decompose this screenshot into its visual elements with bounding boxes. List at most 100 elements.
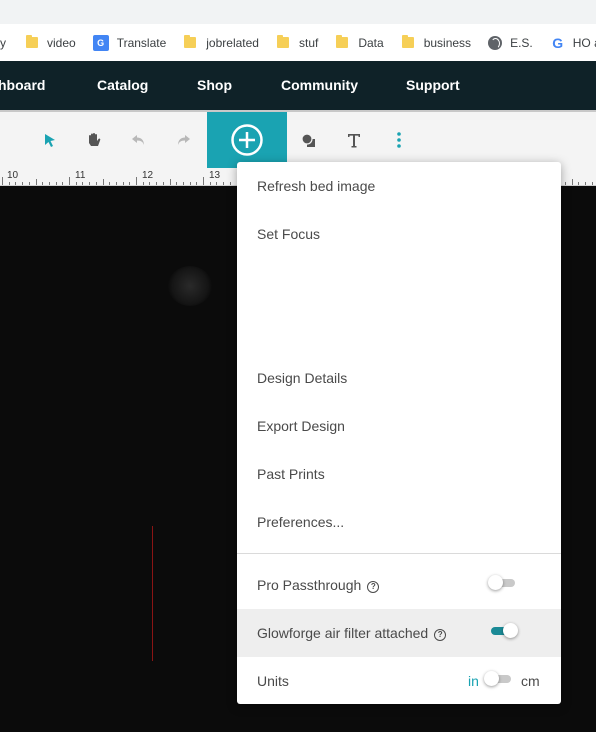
help-icon[interactable]: ? — [367, 581, 380, 593]
laser-line — [152, 526, 153, 661]
select-arrow-icon[interactable] — [38, 128, 62, 152]
menu-item-units: Units in cm — [237, 657, 561, 704]
help-icon[interactable]: ? — [434, 629, 447, 641]
bookmark-label: business — [423, 35, 472, 50]
menu-item-preferences[interactable]: Preferences... — [237, 498, 561, 546]
bookmark-label: E.S. — [510, 35, 533, 50]
ruler-tick — [2, 177, 3, 185]
menu-item-label: Preferences... — [257, 514, 345, 530]
toggle-knob — [484, 671, 499, 686]
bookmark-translate[interactable]: G Translate — [92, 24, 167, 61]
pro-passthrough-toggle[interactable] — [488, 575, 515, 590]
air-filter-toggle[interactable] — [491, 623, 518, 638]
menu-item-export-design[interactable]: Export Design — [237, 402, 561, 450]
nav-community[interactable]: Community — [281, 77, 358, 93]
add-button[interactable] — [207, 112, 287, 168]
bookmark-ho-ap[interactable]: G HO ap — [551, 24, 596, 61]
browser-top-strip — [0, 0, 596, 24]
folder-icon — [26, 35, 38, 48]
bookmark-stuf[interactable]: stuf — [276, 24, 318, 61]
menu-item-label: Design Details — [257, 370, 348, 386]
ruler-tick — [89, 182, 91, 185]
ruler-tick — [578, 182, 580, 185]
ruler-tick — [115, 182, 117, 185]
folder-icon — [276, 35, 289, 48]
ruler-tick — [203, 177, 204, 185]
globe-icon — [488, 35, 503, 50]
bookmark-label: y — [0, 35, 6, 50]
bookmark-data[interactable]: Data — [336, 24, 384, 61]
nav-shop[interactable]: Shop — [197, 77, 232, 93]
ruler-tick — [122, 182, 124, 185]
ruler-tick — [189, 182, 191, 185]
units-toggle[interactable] — [484, 671, 511, 686]
ruler-tick — [48, 182, 50, 185]
undo-icon[interactable] — [127, 128, 151, 152]
bookmark-label: video — [47, 35, 76, 50]
nav-dashboard[interactable]: hboard — [0, 77, 45, 93]
ruler-tick — [176, 182, 178, 185]
ruler-tick — [149, 182, 151, 185]
ruler-tick — [584, 182, 586, 185]
menu-item-air-filter[interactable]: Glowforge air filter attached? — [237, 609, 561, 657]
bookmark-video[interactable]: video — [26, 24, 76, 61]
menu-item-pro-passthrough[interactable]: Pro Passthrough? — [237, 561, 561, 609]
bookmark-y[interactable]: y — [0, 24, 6, 61]
ruler-tick — [109, 182, 111, 185]
ruler-tick — [209, 182, 211, 185]
more-menu: Refresh bed image Set Focus Design Detai… — [237, 162, 561, 704]
ruler-tick — [196, 182, 198, 185]
ruler-tick — [35, 179, 37, 185]
menu-item-design-details[interactable]: Design Details — [237, 354, 561, 402]
redo-icon[interactable] — [171, 128, 195, 152]
units-cm-label[interactable]: cm — [521, 673, 540, 689]
menu-item-refresh-bed-image[interactable]: Refresh bed image — [237, 162, 561, 210]
google-icon: G — [552, 34, 564, 51]
text-icon[interactable] — [342, 128, 366, 152]
hand-pan-icon[interactable] — [82, 128, 106, 152]
menu-item-past-prints[interactable]: Past Prints — [237, 450, 561, 498]
ruler-tick — [129, 182, 131, 185]
bookmark-label: HO ap — [572, 35, 596, 50]
ruler-tick — [75, 182, 77, 185]
ruler-tick — [102, 179, 104, 185]
ruler-tick — [169, 179, 171, 185]
more-vertical-icon[interactable] — [387, 128, 411, 152]
bookmark-label: Data — [358, 35, 384, 50]
menu-item-label: Export Design — [257, 418, 345, 434]
menu-item-label: Units — [257, 673, 289, 689]
bookmark-jobrelated[interactable]: jobrelated — [184, 24, 259, 61]
bed-object — [168, 266, 212, 306]
ruler-tick — [55, 182, 57, 185]
bookmark-business[interactable]: business — [401, 24, 472, 61]
toggle-knob — [503, 623, 518, 638]
toggle-knob — [488, 575, 503, 590]
ruler-tick — [82, 182, 84, 185]
menu-item-set-focus[interactable]: Set Focus — [237, 210, 561, 258]
ruler-tick — [223, 182, 225, 185]
folder-icon — [336, 35, 349, 48]
bookmark-es[interactable]: E.S. — [488, 24, 533, 61]
units-in-label[interactable]: in — [468, 673, 479, 689]
ruler-tick — [28, 182, 30, 185]
ruler-label: 13 — [209, 170, 221, 181]
bookmarks-bar: y video G Translate jobrelated stuf Data… — [0, 24, 596, 61]
nav-catalog[interactable]: Catalog — [97, 77, 148, 93]
ruler-tick — [15, 182, 17, 185]
ruler-tick — [182, 182, 184, 185]
ruler-tick — [162, 182, 164, 185]
main-nav: hboard Catalog Shop Community Support — [0, 61, 596, 110]
nav-support[interactable]: Support — [406, 77, 460, 93]
ruler-tick — [95, 182, 97, 185]
bookmark-label: Translate — [116, 35, 167, 50]
folder-icon — [184, 35, 197, 48]
menu-item-label: Glowforge air filter attached — [257, 625, 429, 641]
ruler-tick — [156, 182, 158, 185]
google-translate-icon: G — [92, 34, 109, 51]
folder-icon — [401, 35, 414, 48]
ruler-tick — [564, 182, 566, 185]
shapes-icon[interactable] — [297, 128, 321, 152]
ruler-label: 12 — [142, 170, 154, 181]
ruler-label: 11 — [75, 170, 86, 181]
menu-item-label: Past Prints — [257, 466, 325, 482]
